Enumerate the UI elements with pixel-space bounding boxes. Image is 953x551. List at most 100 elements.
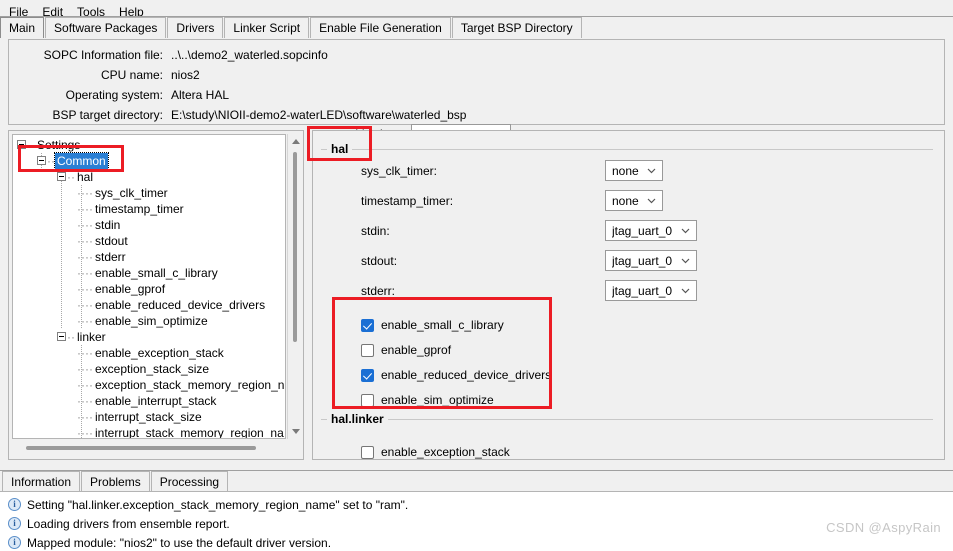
tree-horizontal-scrollbar[interactable] — [12, 441, 302, 456]
checkbox-enable-sim-optimize[interactable]: enable_sim_optimize — [361, 391, 494, 409]
combobox-value: jtag_uart_0 — [612, 223, 673, 238]
checkbox-indicator-icon[interactable] — [361, 343, 374, 357]
menu-item-edit[interactable]: Edit — [35, 6, 70, 16]
log-message-text: Loading drivers from ensemble report. — [27, 516, 230, 531]
field-label-stderr: stderr: — [361, 284, 396, 298]
checkbox-enable-small-c-library[interactable]: enable_small_c_library — [361, 316, 504, 334]
menu-item-tools[interactable]: Tools — [70, 6, 112, 16]
tree-node-hal[interactable]: ·· hal — [57, 169, 95, 185]
chevron-down-icon — [678, 228, 692, 234]
bsp-summary-panel: Version: default SOPC Information file:.… — [8, 39, 945, 145]
tree-connector-dots: ···· — [77, 298, 93, 312]
header-value-1: nios2 — [171, 68, 200, 82]
tree-node-label: interrupt_stack_memory_region_na — [94, 426, 284, 439]
header-value-3: E:\study\NIOII-demo2-waterLED\software\w… — [171, 108, 467, 122]
log-tab-problems[interactable]: Problems — [81, 471, 150, 491]
log-message-list[interactable]: i Setting "hal.linker.exception_stack_mem… — [0, 491, 953, 551]
tree-node-enable-small-c-library[interactable]: ···· enable_small_c_library — [77, 265, 220, 281]
linker-group-title: hal.linker — [327, 413, 388, 425]
tree-node-exception-stack-memory-region-n[interactable]: ···· exception_stack_memory_region_n — [77, 377, 285, 393]
log-message-row[interactable]: i Setting "hal.linker.exception_stack_mem… — [0, 495, 408, 514]
scroll-down-arrow-icon[interactable] — [288, 424, 303, 439]
tree-node-stderr[interactable]: ···· stderr — [77, 249, 128, 265]
settings-detail-panel: hal sys_clk_timer: none timestamp_timer: no… — [312, 130, 945, 460]
tree-connector-dots: ·· — [27, 138, 35, 152]
checkbox-indicator-icon[interactable] — [361, 445, 374, 459]
tree-connector-dots: ···· — [77, 378, 93, 392]
tree-node-enable-sim-optimize[interactable]: ···· enable_sim_optimize — [77, 313, 210, 329]
menu-item-file[interactable]: File — [2, 6, 35, 16]
checkbox-indicator-icon[interactable] — [361, 368, 374, 382]
tree-connector-dots: ·· — [67, 330, 75, 344]
tree-node-interrupt-stack-memory-region-na[interactable]: ···· interrupt_stack_memory_region_na — [77, 425, 285, 439]
tree-node-label: interrupt_stack_size — [94, 410, 202, 424]
collapse-expander-icon[interactable] — [57, 332, 66, 342]
tree-connector-dots: ·· — [67, 170, 75, 184]
header-label-0: SOPC Information file: — [43, 48, 163, 62]
checkbox-label: enable_exception_stack — [381, 445, 510, 459]
checkbox-indicator-icon[interactable] — [361, 393, 374, 407]
tree-node-timestamp-timer[interactable]: ···· timestamp_timer — [77, 201, 186, 217]
menu-bar: File Edit Tools Help — [0, 0, 953, 16]
tree-node-enable-exception-stack[interactable]: ···· enable_exception_stack — [77, 345, 226, 361]
tree-connector-dots: ···· — [77, 394, 93, 408]
combobox-timestamp-timer[interactable]: none — [605, 190, 663, 211]
log-message-row[interactable]: i Loading drivers from ensemble report. — [0, 514, 230, 533]
tree-scrollbar-thumb[interactable] — [293, 152, 297, 342]
tree-node-sys-clk-timer[interactable]: ···· sys_clk_timer — [77, 185, 170, 201]
collapse-expander-icon[interactable] — [17, 140, 26, 150]
tab-software-packages[interactable]: Software Packages — [45, 17, 167, 38]
tree-node-linker[interactable]: ·· linker — [57, 329, 108, 345]
tab-enable-file-generation[interactable]: Enable File Generation — [310, 17, 451, 38]
tree-connector-dots: ···· — [77, 266, 93, 280]
watermark: CSDN @AspyRain — [826, 520, 941, 535]
combobox-stdin[interactable]: jtag_uart_0 — [605, 220, 697, 241]
chevron-down-icon — [644, 198, 658, 204]
tree-node-enable-reduced-device-drivers[interactable]: ···· enable_reduced_device_drivers — [77, 297, 267, 313]
settings-tree[interactable]: ·· Settings ·· Common ·· hal ···· sys_clk_timer… — [12, 134, 286, 439]
tree-node-label: Common — [54, 152, 109, 170]
checkbox-enable-reduced-device-drivers[interactable]: enable_reduced_device_drivers — [361, 366, 551, 384]
tree-connector-dots: ···· — [77, 410, 93, 424]
bsp-editor-window: File Edit Tools Help Main Software Packages D… — [0, 0, 953, 551]
menu-item-help[interactable]: Help — [112, 6, 151, 16]
combobox-stderr[interactable]: jtag_uart_0 — [605, 280, 697, 301]
checkbox-label: enable_reduced_device_drivers — [381, 368, 552, 382]
log-tab-bar: Information Problems Processing — [0, 470, 953, 491]
tree-node-exception-stack-size[interactable]: ···· exception_stack_size — [77, 361, 211, 377]
scroll-up-arrow-icon[interactable] — [288, 134, 303, 149]
linker-group-border — [321, 419, 933, 420]
field-label-stdout: stdout: — [361, 254, 398, 268]
tree-node-enable-interrupt-stack[interactable]: ···· enable_interrupt_stack — [77, 393, 218, 409]
tab-main[interactable]: Main — [0, 17, 45, 38]
tree-node-label: enable_exception_stack — [94, 346, 224, 360]
tree-hscrollbar-thumb[interactable] — [26, 446, 256, 450]
tree-node-interrupt-stack-size[interactable]: ···· interrupt_stack_size — [77, 409, 204, 425]
tree-connector-dots: ·· — [47, 154, 55, 168]
tree-guide-line — [61, 169, 62, 329]
tree-node-enable-gprof[interactable]: ···· enable_gprof — [77, 281, 167, 297]
field-label-stdin: stdin: — [361, 224, 390, 238]
tab-linker-script[interactable]: Linker Script — [224, 17, 310, 38]
main-tab-bar: Main Software Packages Drivers Linker Scrip… — [0, 16, 953, 38]
checkbox-enable-gprof[interactable]: enable_gprof — [361, 341, 451, 359]
tree-node-stdin[interactable]: ···· stdin — [77, 217, 122, 233]
log-message-row[interactable]: i Mapped module: "nios2" to use the defau… — [0, 533, 331, 551]
combobox-sys-clk-timer[interactable]: none — [605, 160, 663, 181]
log-tab-information[interactable]: Information — [2, 471, 81, 491]
combobox-stdout[interactable]: jtag_uart_0 — [605, 250, 697, 271]
tree-vertical-scrollbar[interactable] — [287, 134, 302, 439]
checkbox-enable-exception-stack[interactable]: enable_exception_stack — [361, 443, 510, 461]
tab-drivers[interactable]: Drivers — [167, 17, 224, 38]
collapse-expander-icon[interactable] — [37, 156, 46, 166]
tree-node-stdout[interactable]: ···· stdout — [77, 233, 130, 249]
header-value-2: Altera HAL — [171, 88, 230, 102]
combobox-value: none — [612, 193, 639, 208]
tree-node-common[interactable]: ·· Common — [37, 152, 109, 170]
tab-target-bsp-directory[interactable]: Target BSP Directory — [451, 17, 582, 38]
collapse-expander-icon[interactable] — [57, 172, 66, 182]
tree-node-label: linker — [77, 330, 106, 344]
tree-node-settings[interactable]: ·· Settings — [17, 137, 82, 153]
checkbox-indicator-icon[interactable] — [361, 318, 374, 332]
log-tab-processing[interactable]: Processing — [150, 471, 229, 491]
